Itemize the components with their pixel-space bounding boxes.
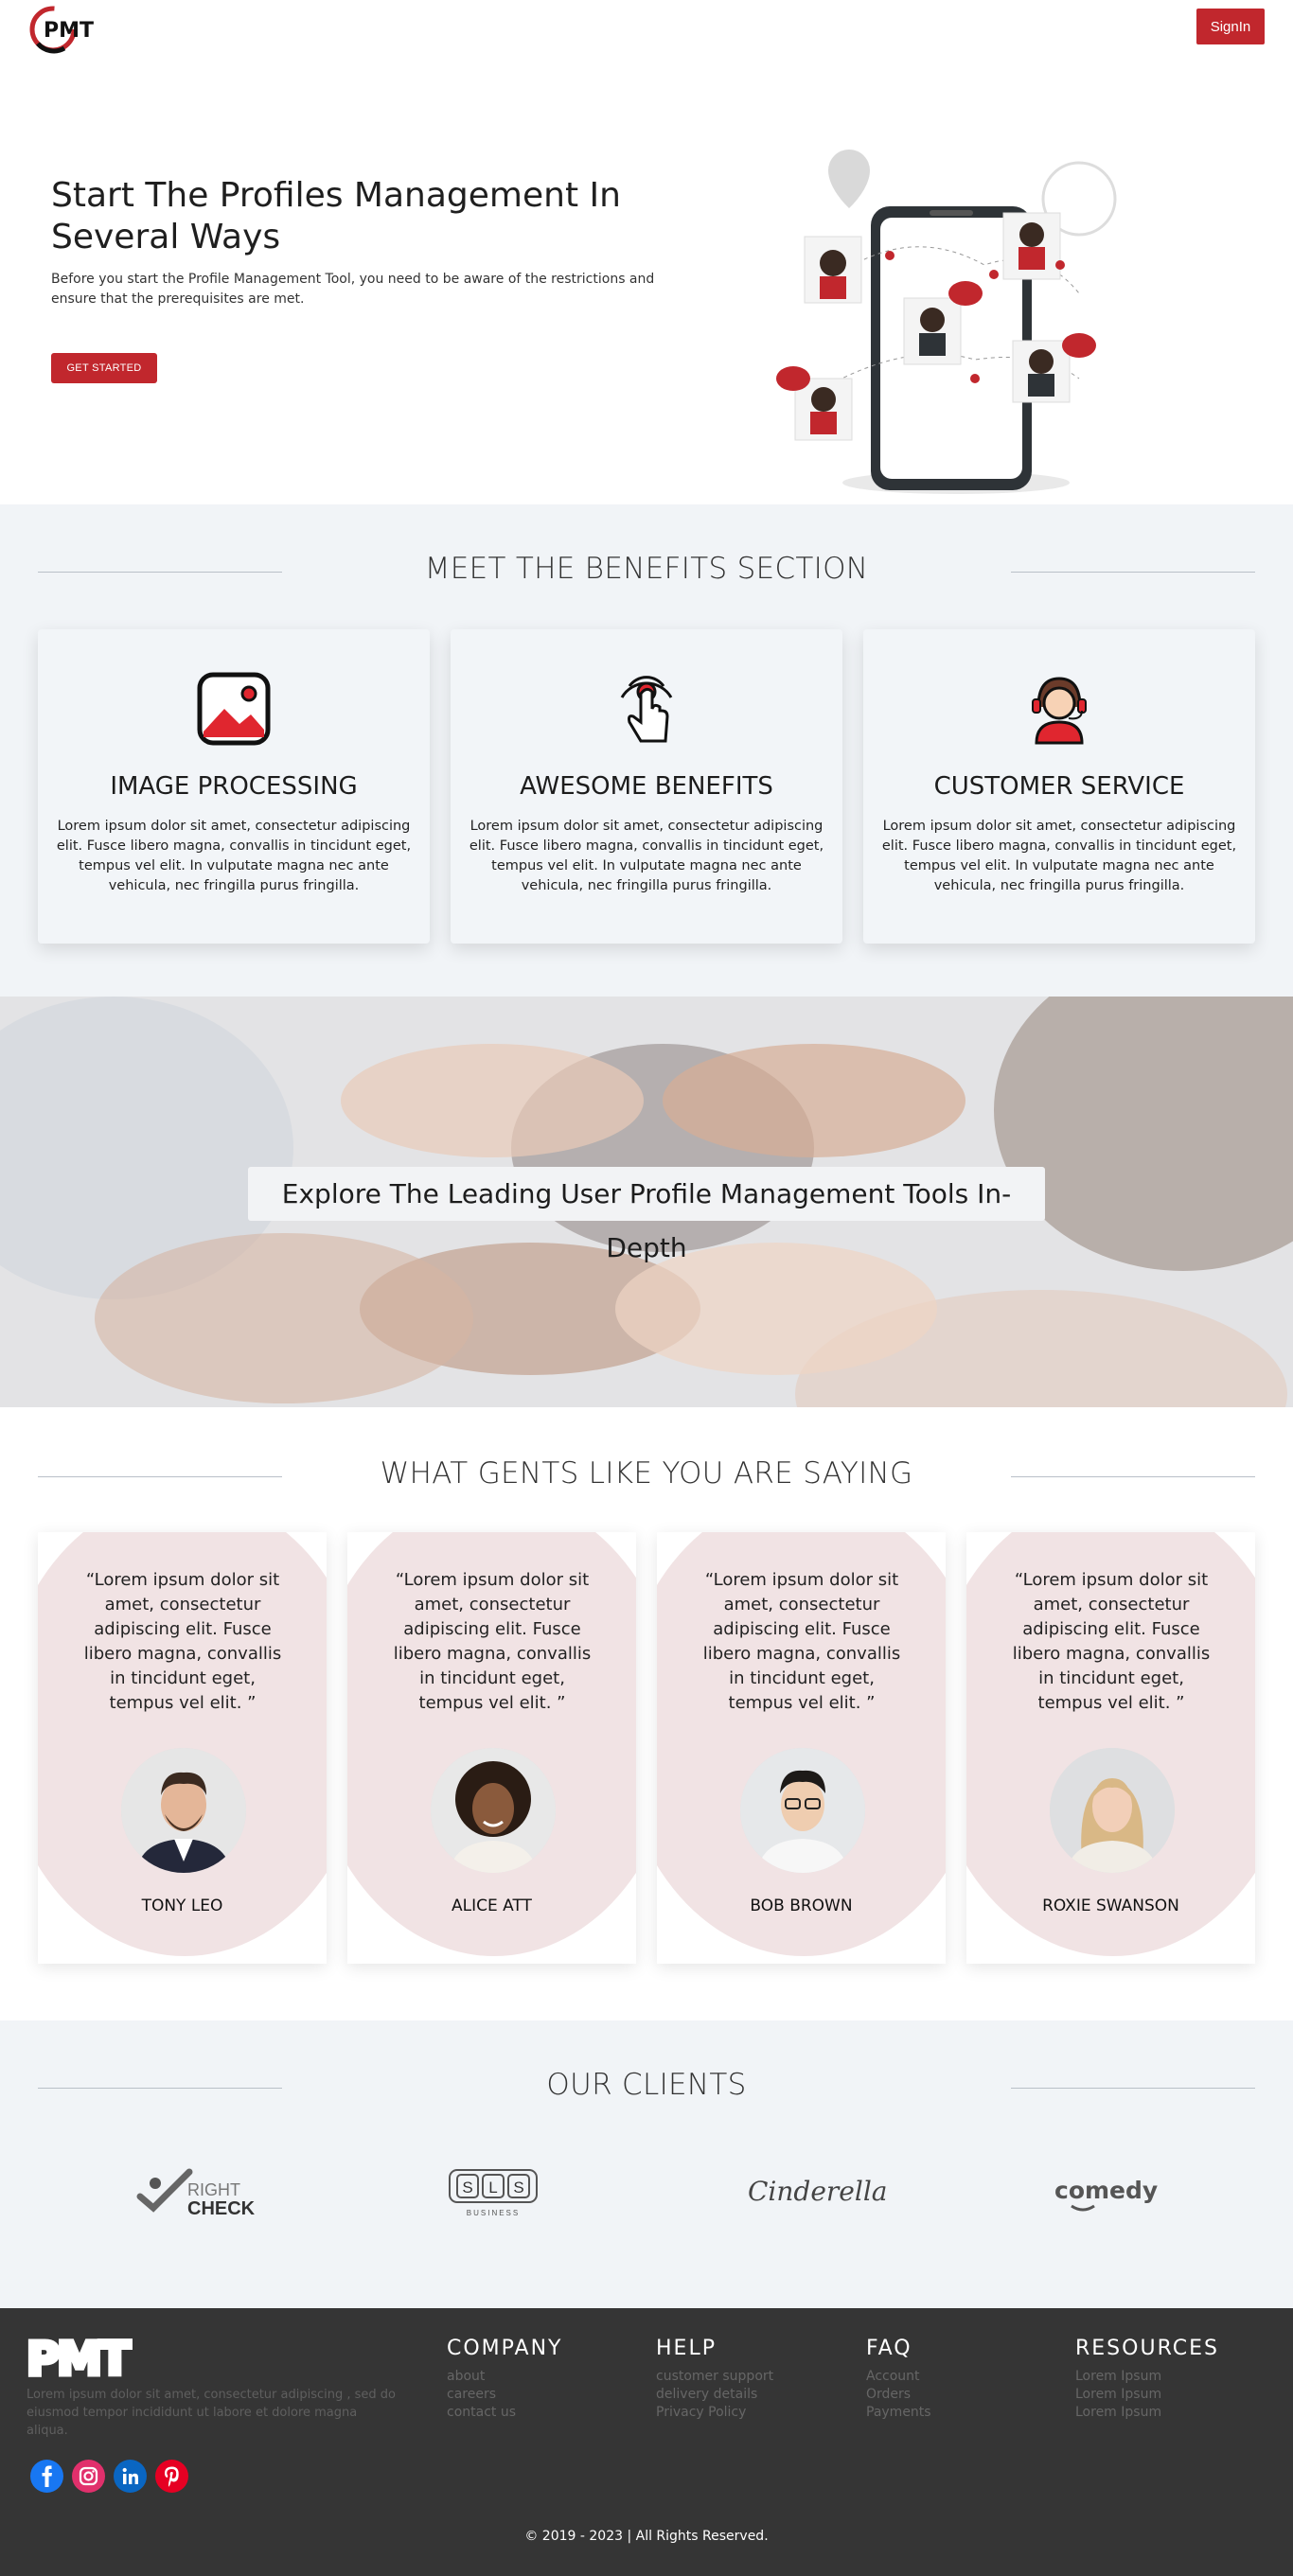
copyright: © 2019 - 2023 | All Rights Reserved. bbox=[524, 2529, 769, 2544]
client-logo-cinderella[interactable]: Cinderella bbox=[748, 2159, 947, 2225]
testimonial-quote: “Lorem ipsum dolor sit amet, consectetur… bbox=[393, 1570, 592, 1713]
signin-button[interactable]: SignIn bbox=[1196, 9, 1265, 44]
benefit-card-customer-service: CUSTOMER SERVICE Lorem ipsum dolor sit a… bbox=[863, 629, 1255, 944]
logo-text: PMT bbox=[27, 2337, 131, 2378]
logo-text: PMT bbox=[44, 19, 94, 43]
footer-link-careers[interactable]: careers bbox=[447, 2386, 562, 2404]
touch-icon bbox=[620, 676, 673, 743]
benefit-text: Lorem ipsum dolor sit amet, consectetur … bbox=[469, 819, 824, 893]
footer-column-faq: FAQ Account Orders Payments bbox=[866, 2337, 931, 2422]
clients-section: OUR CLIENTS RIGHT CHECK S L S BUSINESS C… bbox=[0, 2020, 1293, 2308]
testimonial-name: ROXIE SWANSON bbox=[1042, 1897, 1179, 1915]
avatar bbox=[740, 1748, 865, 1873]
site-header: PMT SignIn bbox=[0, 0, 1293, 57]
benefit-text: Lorem ipsum dolor sit amet, consectetur … bbox=[881, 819, 1237, 893]
site-footer: PMT PMT Lorem ipsum dolor sit amet, cons… bbox=[0, 2308, 1293, 2576]
avatar bbox=[1050, 1748, 1175, 1873]
footer-column-title: FAQ bbox=[866, 2337, 912, 2360]
footer-link-resource[interactable]: Lorem Ipsum bbox=[1075, 2404, 1219, 2422]
avatar bbox=[121, 1748, 246, 1873]
footer-link-resource[interactable]: Lorem Ipsum bbox=[1075, 2368, 1219, 2386]
hero-illustration bbox=[776, 150, 1117, 494]
benefit-card-image-processing: IMAGE PROCESSING Lorem ipsum dolor sit a… bbox=[38, 629, 430, 944]
clients-title: OUR CLIENTS bbox=[546, 2068, 747, 2102]
client-logo-comedy[interactable]: comedy bbox=[1054, 2159, 1253, 2225]
facebook-icon[interactable] bbox=[30, 2460, 63, 2493]
pinterest-icon[interactable] bbox=[155, 2460, 188, 2493]
pmt-logo[interactable]: PMT bbox=[27, 2, 112, 55]
testimonial-name: ALICE ATT bbox=[452, 1897, 532, 1915]
footer-link-customer-support[interactable]: customer support bbox=[656, 2368, 773, 2386]
title-rule-right bbox=[1011, 2088, 1255, 2089]
footer-logo[interactable]: PMT PMT bbox=[27, 2337, 161, 2378]
footer-link-payments[interactable]: Payments bbox=[866, 2404, 931, 2422]
footer-column-company: COMPANY about careers contact us bbox=[447, 2337, 562, 2422]
logo-text: S bbox=[462, 2179, 472, 2197]
logo-text: Cinderella bbox=[748, 2176, 887, 2207]
client-logo-right-check[interactable]: RIGHT CHECK bbox=[133, 2159, 331, 2225]
testimonial-card: “Lorem ipsum dolor sit amet, consectetur… bbox=[347, 1532, 636, 1964]
testimonials-section: WHAT GENTS LIKE YOU ARE SAYING “Lorem ip… bbox=[0, 1407, 1293, 2020]
testimonial-quote: “Lorem ipsum dolor sit amet, consectetur… bbox=[1012, 1570, 1211, 1713]
banner-caption-box: Explore The Leading User Profile Managem… bbox=[248, 1167, 1045, 1263]
testimonial-name: TONY LEO bbox=[141, 1897, 223, 1915]
footer-link-contact-us[interactable]: contact us bbox=[447, 2404, 562, 2422]
title-rule-right bbox=[1011, 1476, 1255, 1477]
headset-agent-icon bbox=[1032, 677, 1087, 745]
footer-link-delivery-details[interactable]: delivery details bbox=[656, 2386, 773, 2404]
footer-description: Lorem ipsum dolor sit amet, consectetur … bbox=[27, 2388, 396, 2438]
benefit-text: Lorem ipsum dolor sit amet, consectetur … bbox=[56, 819, 412, 893]
benefit-title: IMAGE PROCESSING bbox=[110, 772, 358, 801]
testimonial-quote: “Lorem ipsum dolor sit amet, consectetur… bbox=[702, 1570, 901, 1713]
footer-column-help: HELP customer support delivery details P… bbox=[656, 2337, 773, 2422]
logo-text: RIGHT bbox=[187, 2180, 240, 2199]
avatar bbox=[431, 1748, 556, 1873]
social-links bbox=[30, 2460, 188, 2493]
testimonial-name: BOB BROWN bbox=[750, 1897, 853, 1915]
footer-column-title: COMPANY bbox=[447, 2337, 563, 2360]
benefit-card-awesome-benefits: AWESOME BENEFITS Lorem ipsum dolor sit a… bbox=[451, 629, 842, 944]
footer-link-privacy-policy[interactable]: Privacy Policy bbox=[656, 2404, 773, 2422]
instagram-icon[interactable] bbox=[72, 2460, 105, 2493]
hero-description: Before you start the Profile Management … bbox=[51, 272, 655, 307]
logo-text: comedy bbox=[1054, 2177, 1158, 2204]
linkedin-icon[interactable] bbox=[114, 2460, 147, 2493]
logo-text: L bbox=[488, 2179, 497, 2197]
testimonial-card: “Lorem ipsum dolor sit amet, consectetur… bbox=[657, 1532, 946, 1964]
benefits-section: MEET THE BENEFITS SECTION IMAGE PROCESSI… bbox=[0, 504, 1293, 997]
client-logo-sls-business[interactable]: S L S BUSINESS bbox=[447, 2159, 646, 2225]
testimonial-card: “Lorem ipsum dolor sit amet, consectetur… bbox=[38, 1532, 327, 1964]
footer-column-resources: RESOURCES Lorem Ipsum Lorem Ipsum Lorem … bbox=[1075, 2337, 1219, 2422]
logo-text: CHECK bbox=[187, 2198, 256, 2219]
footer-link-about[interactable]: about bbox=[447, 2368, 562, 2386]
footer-column-title: HELP bbox=[656, 2337, 717, 2360]
hero-title: Start The Profiles Management In Several… bbox=[51, 176, 621, 256]
footer-link-orders[interactable]: Orders bbox=[866, 2386, 931, 2404]
testimonials-title: WHAT GENTS LIKE YOU ARE SAYING bbox=[380, 1456, 913, 1491]
image-icon bbox=[197, 672, 271, 746]
banner-section: Explore The Leading User Profile Managem… bbox=[0, 997, 1293, 1407]
benefit-title: CUSTOMER SERVICE bbox=[933, 772, 1185, 801]
testimonial-quote: “Lorem ipsum dolor sit amet, consectetur… bbox=[83, 1570, 282, 1713]
footer-link-account[interactable]: Account bbox=[866, 2368, 931, 2386]
footer-column-title: RESOURCES bbox=[1075, 2337, 1219, 2360]
hero-section: Start The Profiles Management In Several… bbox=[0, 57, 1293, 504]
testimonial-card: “Lorem ipsum dolor sit amet, consectetur… bbox=[966, 1532, 1255, 1964]
title-rule-right bbox=[1011, 572, 1255, 573]
banner-caption: Explore The Leading User Profile Managem… bbox=[281, 1178, 1012, 1263]
footer-link-resource[interactable]: Lorem Ipsum bbox=[1075, 2386, 1219, 2404]
logo-text: S bbox=[513, 2179, 523, 2197]
logo-text: BUSINESS bbox=[467, 2209, 520, 2217]
benefit-title: AWESOME BENEFITS bbox=[520, 772, 773, 801]
benefits-title: MEET THE BENEFITS SECTION bbox=[424, 552, 869, 586]
get-started-button[interactable]: GET STARTED bbox=[51, 353, 157, 383]
